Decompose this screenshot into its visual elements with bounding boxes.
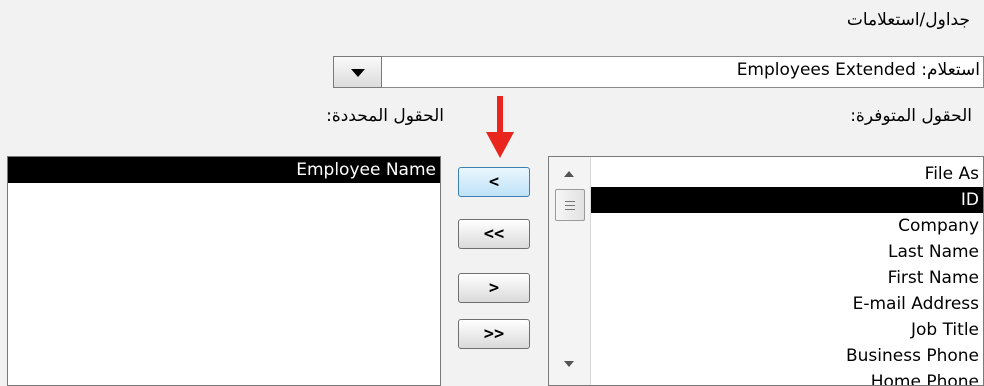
list-item[interactable]: E-mail Address [591, 291, 983, 317]
query-combobox-value: استعلام: Employees Extended [736, 60, 980, 80]
selected-fields-label: الحقول المحددة: [326, 106, 444, 126]
list-item[interactable]: Job Title [591, 317, 983, 343]
add-field-button[interactable]: < [458, 167, 530, 197]
scroll-thumb[interactable] [555, 189, 585, 221]
list-item[interactable]: Last Name [591, 239, 983, 265]
list-item[interactable]: Employee Name [8, 157, 440, 183]
vertical-scrollbar[interactable] [549, 157, 591, 385]
remove-all-fields-button[interactable]: >> [458, 319, 530, 349]
list-item[interactable]: Company [591, 213, 983, 239]
list-item[interactable]: ID [591, 187, 983, 213]
chevron-down-icon [351, 69, 365, 77]
list-item[interactable]: Business Phone [591, 343, 983, 369]
query-dropdown-button[interactable] [333, 56, 382, 88]
add-all-fields-button[interactable]: << [458, 219, 530, 249]
list-item[interactable]: First Name [591, 265, 983, 291]
list-item[interactable]: File As [591, 161, 983, 187]
remove-field-button[interactable]: > [458, 273, 530, 303]
selected-fields-list[interactable]: Employee Name [7, 156, 441, 386]
scroll-down-icon[interactable] [564, 361, 574, 367]
red-arrow-down-icon [486, 96, 514, 158]
tables-queries-label: جداول/استعلامات [846, 10, 970, 30]
scroll-up-icon[interactable] [564, 171, 574, 177]
available-fields-label: الحقول المتوفرة: [850, 106, 972, 126]
available-fields-list[interactable]: File As ID Company Last Name First Name … [548, 156, 984, 386]
